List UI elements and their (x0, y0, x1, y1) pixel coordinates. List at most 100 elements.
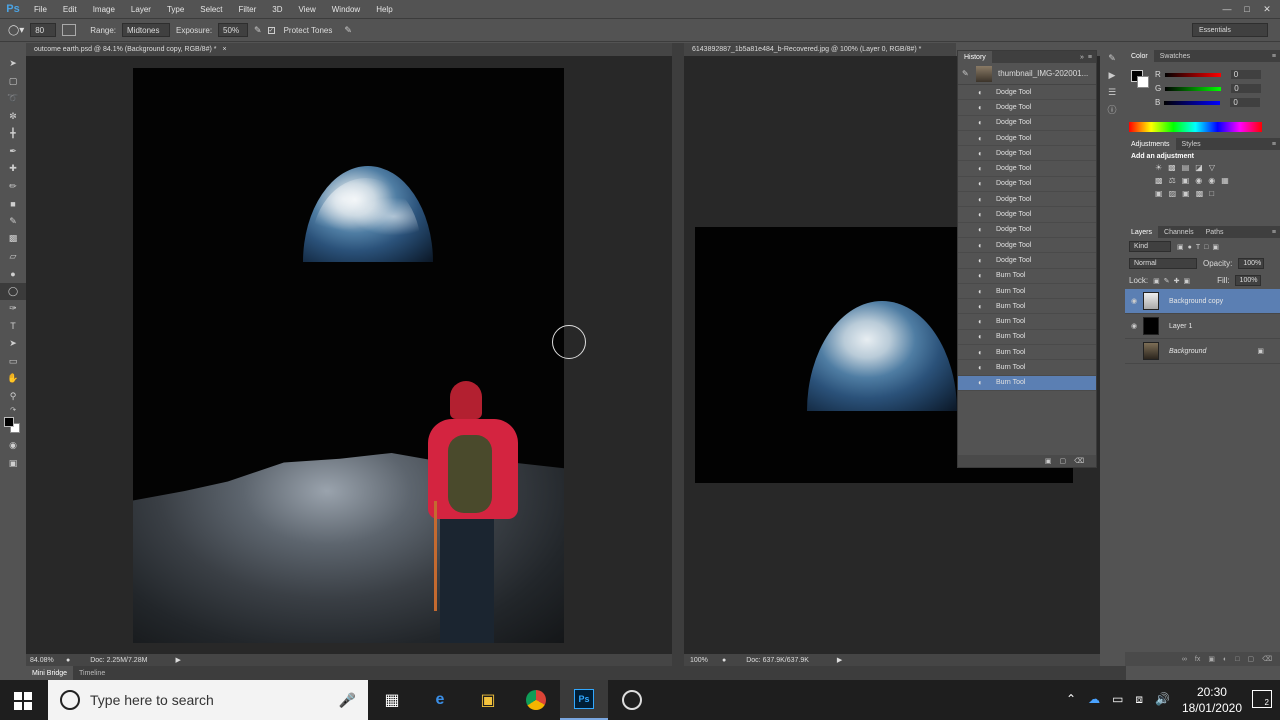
protect-tones-checkbox[interactable]: ✓ (267, 26, 275, 34)
move-tool-icon[interactable]: ➤ (0, 55, 26, 73)
history-state[interactable]: ◐ Dodge Tool (958, 85, 1096, 101)
delete-state-icon[interactable]: ⌫ (1074, 457, 1084, 465)
exposure-icon[interactable]: ◪ (1195, 163, 1203, 172)
new-snapshot-icon[interactable]: ▢ (1059, 457, 1066, 465)
layer-visibility-eye-icon[interactable]: ◉ (1125, 322, 1143, 330)
show-hidden-icons-icon[interactable]: ⌃ (1066, 692, 1076, 707)
history-snapshot[interactable]: ✎ thumbnail_IMG-202001... (958, 63, 1096, 85)
range-select[interactable]: Midtones (122, 23, 171, 37)
history-state[interactable]: ◐ Burn Tool (958, 299, 1096, 315)
airbrush-icon[interactable]: ✎ (254, 25, 262, 36)
history-state[interactable]: ◐ Burn Tool (958, 375, 1096, 391)
tab-swatches[interactable]: Swatches (1154, 53, 1196, 60)
tab-color[interactable]: Color (1125, 50, 1154, 62)
taskbar-clock[interactable]: 20:30 18/01/2020 (1182, 684, 1242, 716)
screen-mode-icon[interactable]: ▣ (0, 455, 26, 473)
burn-tool-icon[interactable]: ◯ (0, 282, 26, 300)
layers-panel-menu-icon[interactable]: ≡ (1272, 229, 1276, 236)
menu-image[interactable]: Image (85, 5, 123, 14)
marquee-tool-icon[interactable]: ▢ (0, 73, 26, 91)
hue-saturation-icon[interactable]: ▩ (1155, 176, 1163, 185)
rectangle-tool-icon[interactable]: ▭ (0, 353, 26, 371)
properties-panel-icon[interactable]: ☰ (1101, 84, 1123, 101)
history-state[interactable]: ◐ Dodge Tool (958, 161, 1096, 177)
menu-file[interactable]: File (26, 5, 55, 14)
microphone-icon[interactable]: 🎤 (339, 692, 356, 709)
panel-menu-icon[interactable]: ≡ (1088, 54, 1092, 61)
link-layers-icon[interactable]: ∞ (1182, 656, 1187, 663)
history-state[interactable]: ◐ Burn Tool (958, 360, 1096, 376)
document-tab-2[interactable]: 6143892887_1b5a81e484_b-Recovered.jpg @ … (684, 43, 956, 56)
quick-mask-icon[interactable]: ◉ (0, 437, 26, 455)
blue-slider[interactable] (1164, 100, 1221, 105)
burn-tool-preset-icon[interactable]: ◯▾ (8, 25, 24, 36)
quick-select-tool-icon[interactable]: ✼ (0, 108, 26, 126)
zoom-tool-icon[interactable]: ⚲ (0, 388, 26, 406)
gradient-map-icon[interactable]: ▩ (1196, 189, 1204, 198)
maximize-icon[interactable]: □ (1238, 3, 1256, 15)
new-document-from-state-icon[interactable]: ▣ (1045, 457, 1052, 465)
layer-row-layer-1[interactable]: ◉ Layer 1 (1125, 314, 1280, 339)
posterize-icon[interactable]: ▨ (1169, 189, 1177, 198)
tab-mini-bridge[interactable]: Mini Bridge (26, 666, 74, 680)
tab-adjustments[interactable]: Adjustments (1125, 138, 1176, 150)
cortana-icon[interactable] (60, 690, 80, 710)
photoshop-taskbar-icon[interactable]: Ps (560, 680, 608, 720)
clone-stamp-tool-icon[interactable]: ■ (0, 195, 26, 213)
document-tab-1[interactable]: outcome earth.psd @ 84.1% (Background co… (26, 43, 672, 56)
battery-icon[interactable]: ▭ (1112, 692, 1123, 707)
blur-tool-icon[interactable]: ● (0, 265, 26, 283)
history-state[interactable]: ◐ Dodge Tool (958, 177, 1096, 193)
zoom-level-2[interactable]: 100% (690, 657, 722, 664)
close-document-icon[interactable]: × (222, 46, 226, 53)
new-layer-icon[interactable]: ▢ (1247, 655, 1254, 663)
pressure-icon[interactable]: ✎ (344, 25, 352, 36)
color-lookup-icon[interactable]: ▦ (1221, 176, 1229, 185)
status-menu-arrow-icon-2[interactable]: ▶ (837, 656, 842, 664)
snapshot-brush-icon[interactable]: ✎ (962, 69, 972, 78)
history-panel-icon[interactable]: ✎ (1101, 50, 1123, 67)
menu-window[interactable]: Window (324, 5, 368, 14)
layer-visibility-eye-icon[interactable]: ◉ (1125, 297, 1143, 305)
adjustments-panel-menu-icon[interactable]: ≡ (1272, 141, 1276, 148)
history-state[interactable]: ◐ Dodge Tool (958, 192, 1096, 208)
menu-select[interactable]: Select (192, 5, 230, 14)
history-state[interactable]: ◐ Dodge Tool (958, 223, 1096, 238)
notification-center-icon[interactable]: 2 (1252, 690, 1272, 708)
file-explorer-icon[interactable]: ▣ (464, 680, 512, 720)
tab-styles[interactable]: Styles (1176, 141, 1207, 148)
invert-icon[interactable]: ▣ (1155, 189, 1163, 198)
tab-timeline[interactable]: Timeline (73, 670, 111, 677)
tab-layers[interactable]: Layers (1125, 226, 1159, 238)
layer-style-icon[interactable]: fx (1195, 656, 1200, 663)
windows-start-icon[interactable] (14, 692, 32, 710)
healing-brush-tool-icon[interactable]: ✚ (0, 160, 26, 178)
taskbar-search-box[interactable]: Type here to search 🎤 (48, 680, 368, 720)
threshold-icon[interactable]: ▣ (1182, 189, 1190, 198)
workspace-select[interactable]: Essentials (1192, 23, 1268, 37)
brush-size-picker[interactable]: 80 (30, 23, 57, 37)
lock-icons[interactable]: ▣✎✚▣ (1153, 277, 1194, 285)
status-info-icon-2[interactable]: ● (722, 657, 726, 664)
selective-color-icon[interactable]: □ (1209, 189, 1214, 198)
outcome-earth-canvas[interactable] (133, 68, 564, 643)
channel-mixer-icon[interactable]: ◉ (1208, 176, 1215, 185)
path-select-tool-icon[interactable]: ➤ (0, 335, 26, 353)
close-icon[interactable]: ✕ (1258, 3, 1276, 15)
lasso-tool-icon[interactable]: ➰ (0, 90, 26, 108)
layer-row-background[interactable]: Background ▣ (1125, 339, 1280, 364)
green-value[interactable]: 0 (1231, 84, 1262, 93)
layer-row-background-copy[interactable]: ◉ Background copy (1125, 289, 1280, 314)
history-state[interactable]: ◐ Burn Tool (958, 284, 1096, 300)
green-slider[interactable] (1165, 86, 1222, 91)
brush-tool-icon[interactable]: ✏ (0, 178, 26, 196)
history-state[interactable]: ◐ Burn Tool (958, 330, 1096, 346)
brightness-contrast-icon[interactable]: ☀ (1155, 163, 1162, 172)
fill-input[interactable]: 100% (1234, 275, 1261, 286)
history-state[interactable]: ◐ Dodge Tool (958, 116, 1096, 131)
eraser-tool-icon[interactable]: ▩ (0, 230, 26, 248)
tab-paths[interactable]: Paths (1200, 229, 1230, 236)
layer-lock-icon[interactable]: ▣ (1257, 347, 1264, 355)
history-state[interactable]: ◐ Burn Tool (958, 345, 1096, 361)
levels-icon[interactable]: ▩ (1168, 163, 1176, 172)
